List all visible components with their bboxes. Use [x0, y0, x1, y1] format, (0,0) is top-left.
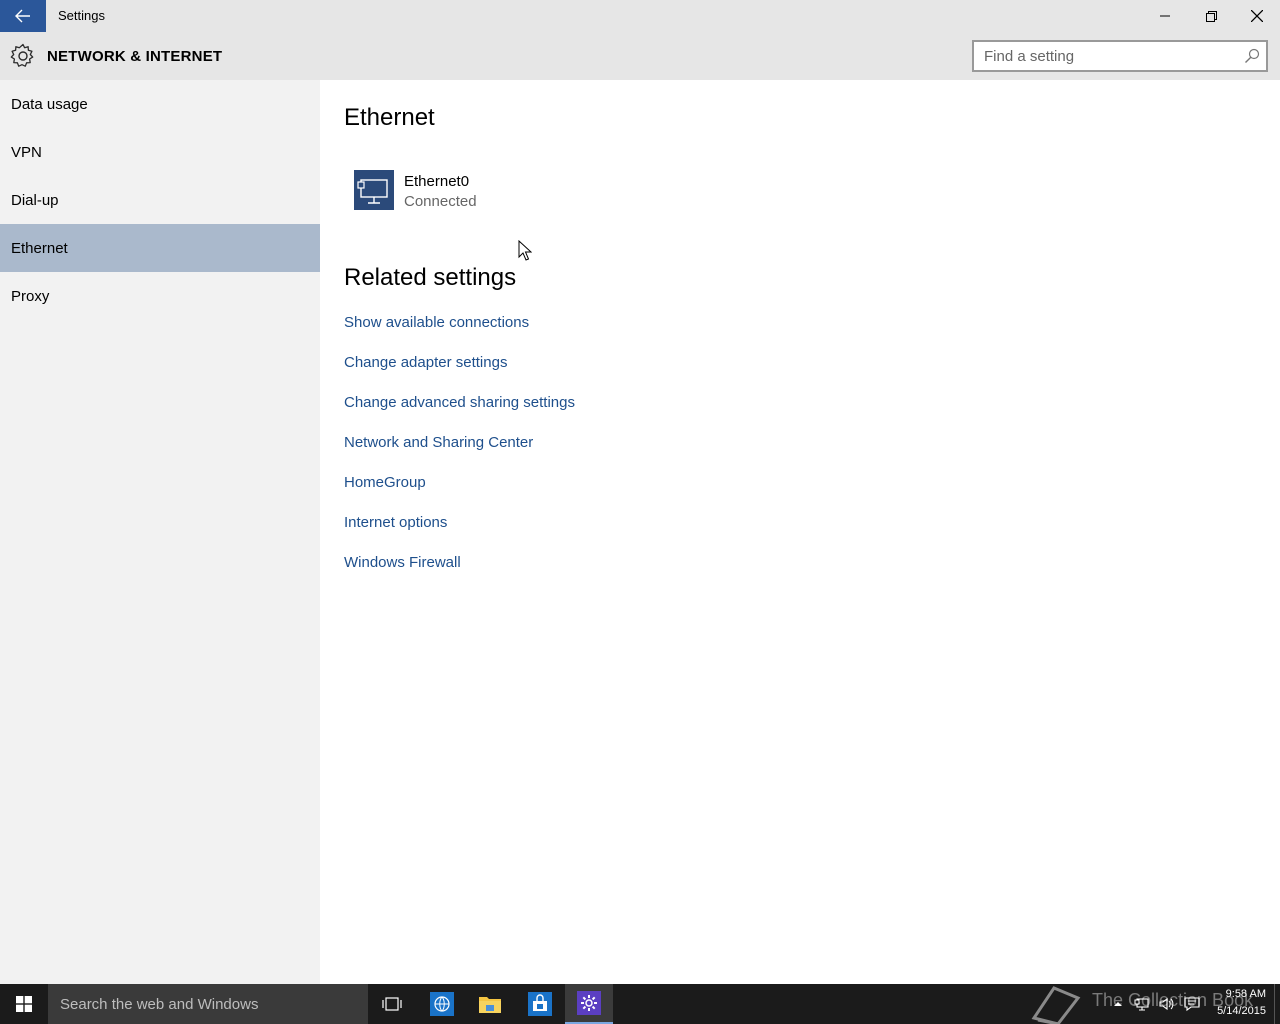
taskbar-search-placeholder: Search the web and Windows [60, 996, 259, 1013]
mouse-cursor-icon [518, 240, 532, 261]
sidebar: Data usage VPN Dial-up Ethernet Proxy [0, 80, 320, 984]
restore-button[interactable] [1188, 0, 1234, 32]
volume-icon[interactable] [1158, 996, 1174, 1012]
taskbar-store[interactable] [516, 984, 564, 1024]
taskbar-file-explorer[interactable] [466, 984, 514, 1024]
back-arrow-icon [15, 9, 30, 23]
network-tray-icon[interactable] [1134, 996, 1150, 1012]
link-windows-firewall[interactable]: Windows Firewall [344, 554, 461, 571]
globe-icon [430, 992, 454, 1016]
sidebar-item-data-usage[interactable]: Data usage [0, 80, 320, 128]
sidebar-item-vpn[interactable]: VPN [0, 128, 320, 176]
link-network-and-sharing-center[interactable]: Network and Sharing Center [344, 434, 533, 451]
task-view-button[interactable] [368, 984, 416, 1024]
window-title: Settings [58, 8, 105, 23]
connection-name[interactable]: Ethernet0 [404, 173, 469, 190]
taskbar: Search the web and Windows The Collectio… [0, 984, 1280, 1024]
link-change-advanced-sharing-settings[interactable]: Change advanced sharing settings [344, 394, 575, 411]
back-button[interactable] [0, 0, 46, 32]
search-icon[interactable] [1244, 48, 1260, 64]
section-heading-ethernet: Ethernet [344, 104, 435, 131]
title-bar: Settings [0, 0, 1280, 32]
restore-icon [1205, 10, 1217, 22]
main-content: Ethernet Ethernet0 Connected Related set… [320, 80, 1280, 984]
show-hidden-icons-icon[interactable] [1110, 996, 1126, 1012]
ethernet-connection-tile[interactable] [354, 170, 394, 210]
settings-header: NETWORK & INTERNET [0, 32, 1280, 80]
minimize-icon [1160, 15, 1170, 17]
page-title: NETWORK & INTERNET [47, 48, 223, 65]
sidebar-item-proxy[interactable]: Proxy [0, 272, 320, 320]
taskbar-search-box[interactable]: Search the web and Windows [48, 984, 368, 1024]
action-center-icon[interactable] [1184, 996, 1200, 1012]
clock-time[interactable]: 9:58 AM [1200, 988, 1266, 1000]
taskbar-settings[interactable] [565, 984, 613, 1024]
minimize-button[interactable] [1142, 0, 1188, 32]
connection-status: Connected [404, 193, 477, 210]
folder-icon [479, 997, 501, 1013]
link-change-adapter-settings[interactable]: Change adapter settings [344, 354, 507, 371]
ethernet-icon [357, 179, 388, 204]
show-desktop-button[interactable] [1274, 984, 1280, 1024]
start-button[interactable] [0, 984, 48, 1024]
settings-gear-icon [577, 991, 601, 1015]
clock-date[interactable]: 5/14/2015 [1200, 1005, 1266, 1017]
close-icon [1251, 10, 1263, 22]
close-button[interactable] [1234, 0, 1280, 32]
link-show-available-connections[interactable]: Show available connections [344, 314, 529, 331]
book-icon [1031, 986, 1081, 1024]
find-setting-search[interactable] [972, 40, 1268, 72]
store-bag-icon [528, 992, 552, 1016]
related-settings-heading: Related settings [344, 264, 517, 291]
link-homegroup[interactable]: HomeGroup [344, 474, 426, 491]
sidebar-item-dial-up[interactable]: Dial-up [0, 176, 320, 224]
link-internet-options[interactable]: Internet options [344, 514, 447, 531]
task-view-icon [382, 997, 402, 1011]
gear-icon [10, 43, 34, 67]
search-input[interactable] [974, 42, 1234, 70]
taskbar-browser[interactable] [418, 984, 466, 1024]
sidebar-item-ethernet[interactable]: Ethernet [0, 224, 320, 272]
windows-logo-icon [16, 996, 32, 1012]
